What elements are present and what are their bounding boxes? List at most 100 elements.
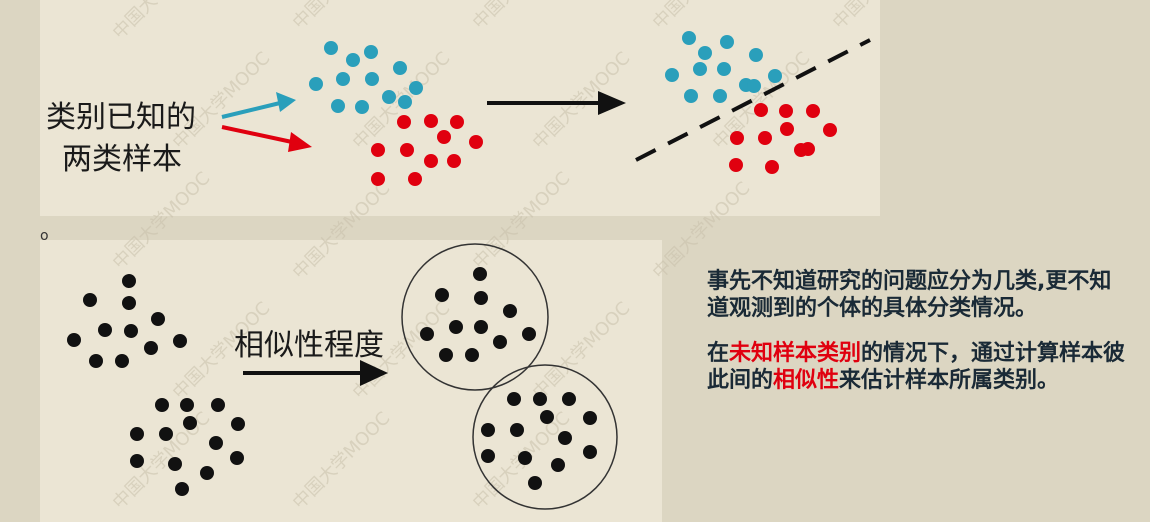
sample-dot xyxy=(209,436,223,450)
sample-dot xyxy=(89,354,103,368)
blue-sample-dot xyxy=(682,31,696,45)
red-sample-dot xyxy=(779,104,793,118)
sample-dot xyxy=(130,427,144,441)
highlight-unknown-category: 未知样本类别 xyxy=(729,341,862,366)
sample-dot xyxy=(439,348,453,362)
blue-sample-cluster-left xyxy=(309,41,423,114)
sample-dot xyxy=(474,320,488,334)
blue-sample-dot xyxy=(409,81,423,95)
sample-dot xyxy=(183,416,197,430)
red-sample-dot xyxy=(794,143,808,157)
description-paragraph-1: 事先不知道研究的问题应分为几类,更不知道观测到的个体的具体分类情况。 xyxy=(707,269,1112,321)
red-sample-dot xyxy=(371,143,385,157)
blue-sample-dot xyxy=(717,62,731,76)
blue-sample-dot xyxy=(364,45,378,59)
red-sample-dot xyxy=(424,154,438,168)
sample-dot xyxy=(180,398,194,412)
blue-sample-dot xyxy=(365,72,379,86)
highlight-similarity: 相似性 xyxy=(773,368,840,393)
sample-dot xyxy=(144,341,158,355)
sample-dot xyxy=(493,335,507,349)
blue-sample-dot xyxy=(713,89,727,103)
blue-sample-dot xyxy=(324,41,338,55)
sample-dot xyxy=(98,323,112,337)
para2-text-1: 在 xyxy=(707,341,730,366)
sample-dot xyxy=(200,466,214,480)
known-samples-label-line2: 两类样本 xyxy=(62,142,182,177)
sample-dot xyxy=(465,348,479,362)
sample-dot xyxy=(583,411,597,425)
sample-dot xyxy=(67,333,81,347)
small-mark: o xyxy=(40,228,49,244)
sample-dot xyxy=(151,312,165,326)
sample-dot xyxy=(124,324,138,338)
sample-dot xyxy=(159,427,173,441)
red-sample-dot xyxy=(729,158,743,172)
para2-text-3: 来估计样本所属类别。 xyxy=(839,368,1060,393)
sample-dot xyxy=(231,417,245,431)
watermark-text: 中国大学MOOC xyxy=(529,298,635,404)
red-sample-dot xyxy=(806,104,820,118)
red-sample-dot xyxy=(780,122,794,136)
sample-dot xyxy=(173,334,187,348)
red-sample-dot xyxy=(754,103,768,117)
sample-dot xyxy=(83,293,97,307)
blue-sample-dot xyxy=(749,48,763,62)
blue-sample-dot xyxy=(768,69,782,83)
sample-dot xyxy=(473,267,487,281)
description-paragraph-2: 在未知样本类别的情况下，通过计算样本彼此间的相似性来估计样本所属类别。 xyxy=(707,340,1127,394)
watermark-text: 中国大学MOOC xyxy=(469,0,575,34)
sample-dot xyxy=(175,482,189,496)
sample-dot xyxy=(558,431,572,445)
sample-dot xyxy=(168,457,182,471)
red-sample-dot xyxy=(408,172,422,186)
red-sample-dot xyxy=(469,135,483,149)
sample-dot xyxy=(528,476,542,490)
red-sample-dot xyxy=(371,172,385,186)
watermark-text: 中国大学MOOC xyxy=(829,0,935,34)
watermark-text: 中国大学MOOC xyxy=(289,408,395,514)
sample-dot xyxy=(435,288,449,302)
blue-sample-dot xyxy=(336,72,350,86)
blue-sample-dot xyxy=(693,62,707,76)
red-sample-dot xyxy=(400,143,414,157)
red-sample-dot xyxy=(397,115,411,129)
unlabeled-samples-cluster-1 xyxy=(67,274,187,368)
blue-sample-dot xyxy=(331,99,345,113)
blue-sample-dot xyxy=(720,35,734,49)
blue-sample-dot xyxy=(393,61,407,75)
blue-sample-dot xyxy=(698,46,712,60)
sample-dot xyxy=(562,392,576,406)
blue-sample-dot xyxy=(684,89,698,103)
watermark-text: 中国大学MOOC xyxy=(109,0,215,44)
sample-dot xyxy=(533,392,547,406)
blue-sample-dot xyxy=(309,77,323,91)
red-sample-dot xyxy=(437,130,451,144)
sample-dot xyxy=(449,320,463,334)
red-sample-dot xyxy=(823,123,837,137)
sample-dot xyxy=(503,304,517,318)
blue-sample-dot xyxy=(355,100,369,114)
sample-dot xyxy=(122,274,136,288)
watermark-text: 中国大学MOOC xyxy=(109,408,215,514)
sample-dot xyxy=(481,449,495,463)
sample-dot xyxy=(522,327,536,341)
watermark-text: 中国大学MOOC xyxy=(289,0,395,34)
sample-dot xyxy=(115,354,129,368)
known-samples-label-line1: 类别已知的 xyxy=(46,100,196,135)
sample-dot xyxy=(155,398,169,412)
sample-dot xyxy=(518,451,532,465)
blue-sample-dot xyxy=(747,79,761,93)
red-sample-dot xyxy=(450,115,464,129)
sample-dot xyxy=(122,296,136,310)
sample-dot xyxy=(507,392,521,406)
blue-sample-dot xyxy=(398,95,412,109)
red-sample-dot xyxy=(730,131,744,145)
watermark-layer: 中国大学MOOC 中国大学MOOC 中国大学MOOC 中国大学MOOC 中国大学MOOC… xyxy=(109,0,935,514)
sample-dot xyxy=(551,458,565,472)
similarity-degree-label: 相似性程度 xyxy=(234,328,384,363)
watermark-text: 中国大学MOOC xyxy=(469,168,575,274)
sample-dot xyxy=(211,398,225,412)
description-text: 事先不知道研究的问题应分为几类,更不知道观测到的个体的具体分类情况。 在未知样本… xyxy=(707,268,1127,394)
red-label-arrow xyxy=(221,125,312,152)
